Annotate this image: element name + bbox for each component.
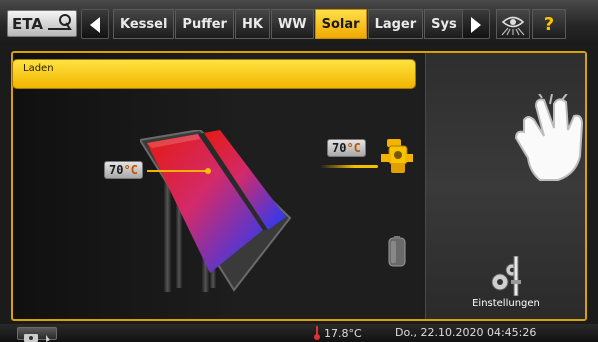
tab-kessel[interactable]: Kessel [113, 9, 175, 39]
solar-pump-icon [381, 139, 413, 173]
tab-ww[interactable]: WW [270, 9, 314, 39]
arrow-right-icon[interactable] [462, 9, 490, 39]
hand-swipe-icon [514, 94, 584, 181]
tab-bar: Kessel Puffer HK WW Solar Lager Sys [113, 9, 465, 39]
storage-temp-display: 70 °C [327, 139, 366, 157]
outdoor-temp-value: 17.8°C [324, 326, 362, 340]
eye-network-icon[interactable] [496, 9, 530, 39]
tab-hk[interactable]: HK [234, 9, 270, 39]
tab-lager[interactable]: Lager [367, 9, 424, 39]
svg-text:ETA: ETA [12, 15, 43, 33]
storage-tank-icon [388, 236, 406, 267]
tab-solar[interactable]: Solar [314, 9, 367, 39]
datetime-display: Do., 22.10.2020 04:45:26 [395, 326, 537, 339]
collector-sensor-dot [205, 168, 211, 174]
arrow-left-icon[interactable] [81, 9, 109, 39]
collector-sensor-line [147, 170, 207, 172]
heat-flow-line [320, 165, 378, 168]
gears-icon [491, 256, 521, 296]
settings-button[interactable]: Einstellungen [470, 256, 542, 318]
outdoor-temperature: 17.8°C [313, 326, 362, 340]
thermometer-icon [314, 326, 320, 340]
top-navigation-bar: ETA Kessel Puffer HK WW Solar Lager Sys … [0, 0, 598, 46]
storage-temp-value: 70 [332, 141, 347, 155]
bottom-status-bar: 17.8°C Do., 22.10.2020 04:45:26 [0, 324, 598, 342]
status-bar: Laden [12, 59, 416, 89]
solar-collector-icon [140, 130, 292, 292]
status-label: Laden [23, 63, 54, 74]
collector-temp-display: 70 °C [104, 161, 143, 179]
settings-label: Einstellungen [472, 298, 540, 309]
camera-icon[interactable] [17, 327, 57, 342]
storage-temp-unit: °C [346, 141, 361, 155]
tab-sys[interactable]: Sys [424, 9, 464, 39]
tab-puffer[interactable]: Puffer [175, 9, 234, 39]
eta-logo-icon[interactable]: ETA [7, 10, 77, 37]
collector-temp-unit: °C [123, 163, 138, 177]
help-button[interactable]: ? [532, 9, 566, 39]
collector-temp-value: 70 [109, 163, 124, 177]
